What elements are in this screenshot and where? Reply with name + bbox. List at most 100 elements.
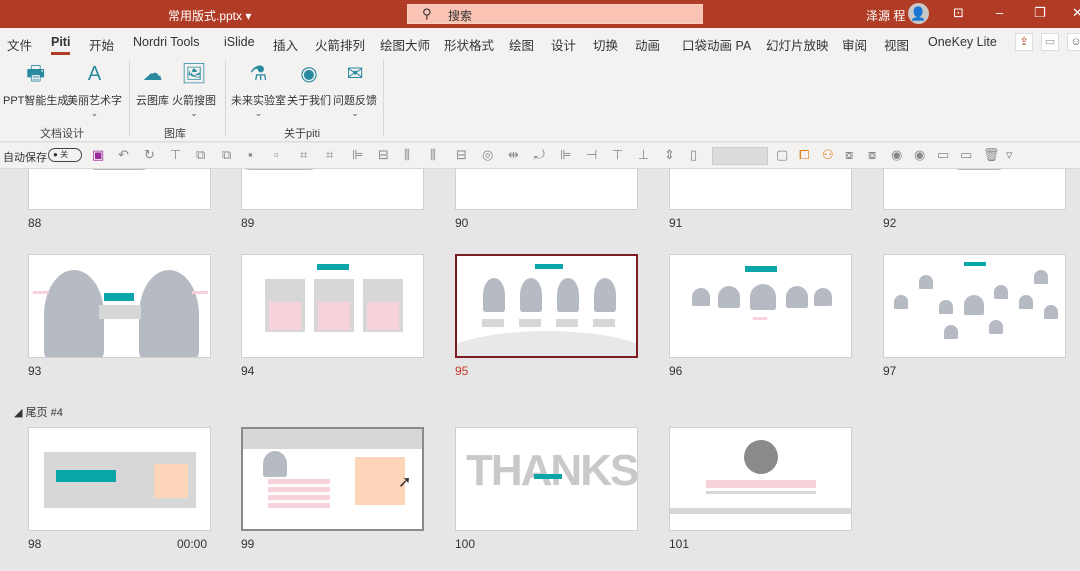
tab-17[interactable]: OneKey Lite <box>928 35 997 49</box>
slide-thumbnail-95[interactable] <box>455 254 638 358</box>
undo-icon[interactable]: ↶ <box>118 147 129 163</box>
ribbon-button-2-2[interactable]: ✉ 问题反馈 ⌄ <box>333 60 377 119</box>
autosave-toggle[interactable]: ● 关 <box>48 148 82 162</box>
slide-thumbnail-92[interactable] <box>883 169 1066 210</box>
tab-8[interactable]: 形状格式 <box>444 35 494 54</box>
section-header[interactable]: ◢ 尾页 #4 <box>14 404 63 420</box>
align-top-icon[interactable]: ⊤ <box>612 147 623 163</box>
tab-14[interactable]: 幻灯片放映 <box>766 35 829 54</box>
align-bottom-icon[interactable]: ⊥ <box>638 147 649 163</box>
avatar[interactable]: 👤 <box>908 3 929 24</box>
ribbon-button-1-1[interactable]: 🖼 火箭搜图 ⌄ <box>172 60 216 119</box>
ribbon-button-label: 关于我们 <box>287 95 331 107</box>
share-icon[interactable]: ⇪ <box>1015 33 1033 51</box>
feedback-smiley-icon[interactable]: ☺ <box>1067 33 1080 51</box>
new-page-icon[interactable]: ▯ <box>690 147 697 163</box>
ribbon-display-icon[interactable]: ⊡ <box>953 5 964 21</box>
tab-4[interactable]: iSlide <box>224 35 255 49</box>
slide-thumbnail-90[interactable] <box>455 169 638 210</box>
paste-icon[interactable]: ▭ <box>960 147 972 163</box>
tab-12[interactable]: 动画 <box>635 35 660 54</box>
tab-15[interactable]: 审阅 <box>842 35 867 54</box>
copy-icon[interactable]: ▭ <box>937 147 949 163</box>
tab-7[interactable]: 绘图大师 <box>380 35 430 54</box>
ungroup-icon[interactable]: ⌗ <box>326 147 333 163</box>
tab-10[interactable]: 设计 <box>551 35 576 54</box>
minimize-icon[interactable]: – <box>996 5 1003 20</box>
search-input[interactable]: ⚲ 搜索 <box>407 4 703 24</box>
touch-mode-icon[interactable]: ⚇ <box>822 147 834 163</box>
user-name[interactable]: 泽源 程 <box>866 7 905 24</box>
slide-thumbnail-96[interactable] <box>669 254 852 358</box>
rotate-icon[interactable]: ⤾ <box>534 147 545 163</box>
tab-1[interactable]: Piti <box>51 35 71 55</box>
shape-fill-icon[interactable]: ⧇ <box>868 147 876 163</box>
ribbon-button-label: PPT智能生成 <box>3 95 69 107</box>
selection-pane-icon[interactable]: ⧠ <box>799 147 809 163</box>
group-icon[interactable]: ⌗ <box>300 147 307 163</box>
tab-0[interactable]: 文件 <box>7 35 32 54</box>
shape-outline-icon[interactable]: ⧇ <box>845 147 853 163</box>
tab-3[interactable]: Nordri Tools <box>133 35 199 49</box>
slide-thumbnail-91[interactable] <box>669 169 852 210</box>
redo-icon[interactable]: ↻ <box>144 147 155 163</box>
wave-background <box>457 331 636 356</box>
circle-icon[interactable]: ◉ <box>891 147 902 163</box>
person-silhouette <box>557 278 579 312</box>
textbox-icon[interactable]: ▢ <box>776 147 788 163</box>
ribbon-button-2-0[interactable]: ⚗ 未来实验室 ⌄ <box>231 60 286 119</box>
slide-thumbnail-100[interactable]: THANKS <box>455 427 638 531</box>
close-icon[interactable]: ✕ <box>1072 5 1080 21</box>
tab-11[interactable]: 切换 <box>593 35 618 54</box>
comments-icon[interactable]: ▭ <box>1041 33 1059 51</box>
flip-icon[interactable]: ⇹ <box>508 147 519 163</box>
align-center-icon[interactable]: ⊟ <box>378 147 389 163</box>
bring-forward-icon[interactable]: ⧉ <box>196 147 205 163</box>
distribute-v-icon[interactable]: ⫼ <box>430 147 436 163</box>
align-right-edge-icon[interactable]: ⊣ <box>586 147 597 163</box>
slide-thumbnail-88[interactable] <box>28 169 211 210</box>
align-left-edge-icon[interactable]: ⊫ <box>560 147 571 163</box>
tab-9[interactable]: 绘图 <box>509 35 534 54</box>
slide-thumbnail-97[interactable] <box>883 254 1066 358</box>
same-height-icon[interactable]: ⇕ <box>664 147 675 163</box>
slide-thumbnail-93[interactable] <box>28 254 211 358</box>
slide-thumbnail-101[interactable] <box>669 427 852 531</box>
delete-icon[interactable]: 🗑 <box>983 147 1000 163</box>
mouse-cursor-icon: ➚ <box>398 474 412 491</box>
distribute-h-icon[interactable]: ⫼ <box>404 147 410 163</box>
tab-2[interactable]: 开始 <box>89 35 114 54</box>
send-back-icon[interactable]: ▫ <box>274 147 279 162</box>
slide-thumbnail-89[interactable] <box>241 169 424 210</box>
customize-icon[interactable]: ▿ <box>1006 147 1013 163</box>
ribbon-button-2-1[interactable]: ◉ 关于我们 <box>287 60 331 108</box>
circle2-icon[interactable]: ◉ <box>914 147 925 163</box>
ribbon-button-1-0[interactable]: ☁ 云图库 <box>136 60 169 108</box>
restore-icon[interactable]: ❐ <box>1034 5 1046 21</box>
save-icon[interactable]: ▣ <box>92 147 104 163</box>
slide-thumbnail-94[interactable] <box>241 254 424 358</box>
tab-13[interactable]: 口袋动画 PA <box>682 35 751 54</box>
teal-block <box>964 262 986 266</box>
bring-front-icon[interactable]: ▪ <box>248 147 253 162</box>
person-silhouette <box>1034 270 1048 284</box>
tab-16[interactable]: 视图 <box>884 35 909 54</box>
autosave-state: 关 <box>60 150 69 159</box>
tab-5[interactable]: 插入 <box>273 35 298 54</box>
document-title[interactable]: 常用版式.pptx ▾ <box>168 7 251 24</box>
tab-6[interactable]: 火箭排列 <box>315 35 365 54</box>
send-backward-icon[interactable]: ⧉ <box>222 147 231 163</box>
ribbon-button-0-1[interactable]: A 美丽艺术字 ⌄ <box>67 60 122 119</box>
person-silhouette <box>44 270 104 357</box>
font-size-combo[interactable] <box>712 147 768 165</box>
title-bar: 常用版式.pptx ▾ ⚲ 搜索 泽源 程 👤 ⊡ – ❐ ✕ <box>0 0 1080 28</box>
align-left-icon[interactable]: ⊫ <box>352 147 363 163</box>
present-icon[interactable]: ⊤ <box>170 147 181 163</box>
slide-thumbnail-98[interactable] <box>28 427 211 531</box>
ribbon-button-0-0[interactable]: 🖶 PPT智能生成 <box>3 60 68 108</box>
merge-shapes-icon[interactable]: ◎ <box>482 147 493 163</box>
align-middle-icon[interactable]: ⊟ <box>456 147 467 163</box>
grey-block <box>556 319 578 327</box>
circle-image <box>744 440 778 474</box>
slide-thumbnail-99[interactable] <box>241 427 424 531</box>
